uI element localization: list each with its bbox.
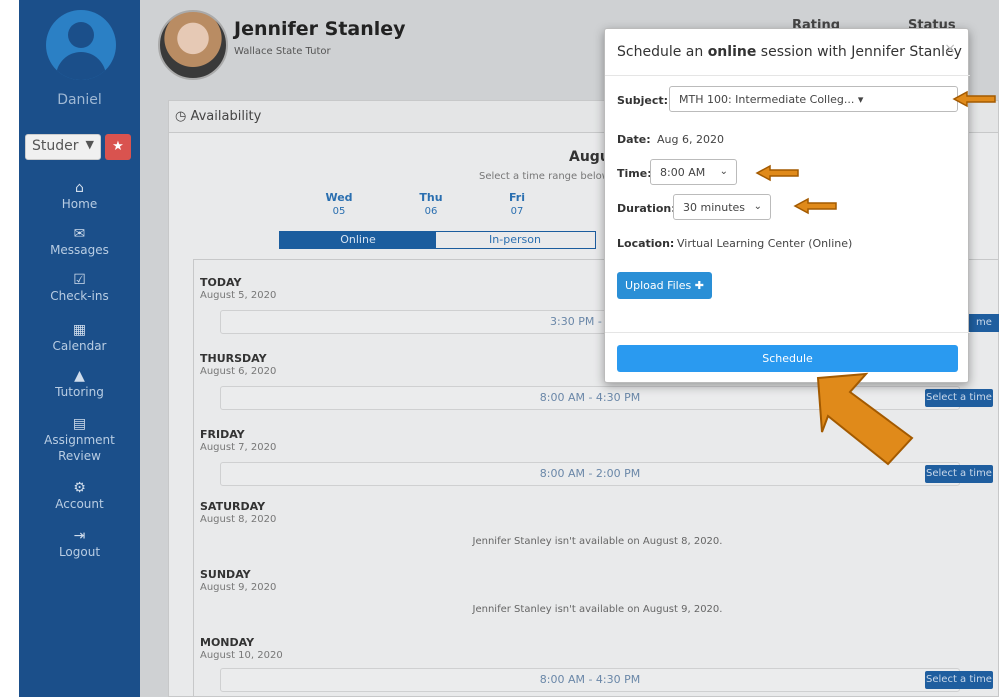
arrow-annotation-schedule xyxy=(816,372,914,466)
arrow-annotation-subject xyxy=(952,90,996,108)
arrow-annotation-duration xyxy=(793,197,837,215)
arrow-annotation-time xyxy=(755,164,799,182)
annotation-overlay xyxy=(755,90,996,466)
